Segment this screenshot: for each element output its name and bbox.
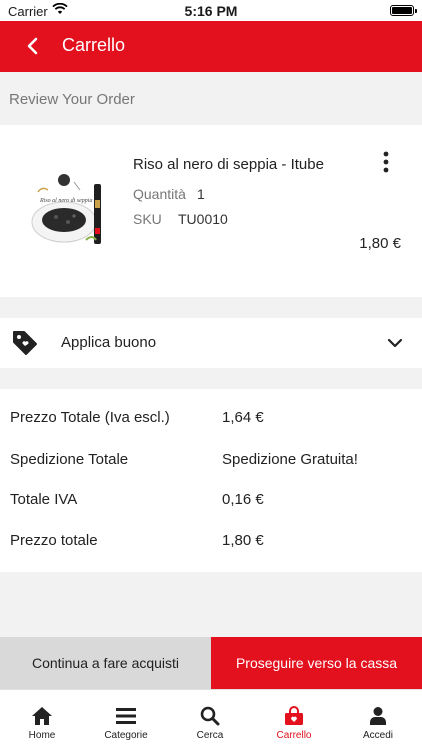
tab-home[interactable]: Home	[0, 690, 84, 750]
page-title: Carrello	[62, 35, 126, 55]
total-label: Totale IVA	[10, 491, 78, 508]
total-label: Spedizione Totale	[10, 451, 129, 468]
tab-cerca[interactable]: Cerca	[168, 690, 252, 750]
quantity-label: Quantità	[133, 186, 186, 202]
quantity-value: 1	[197, 186, 205, 202]
tag-icon	[13, 331, 37, 355]
tab-accedi[interactable]: Accedi	[336, 690, 420, 750]
total-value: 1,64 €	[222, 409, 264, 426]
product-name[interactable]: Riso al nero di seppia - Itube	[133, 156, 324, 173]
tab-label: Accedi	[362, 730, 393, 741]
item-price: 1,80 €	[359, 235, 401, 252]
sku-value: TU0010	[178, 211, 228, 227]
status-bar: Carrier 5:16 PM	[0, 0, 422, 21]
battery-icon	[390, 5, 417, 16]
total-label: Prezzo Totale (Iva escl.)	[10, 409, 170, 426]
user-icon	[370, 707, 386, 725]
search-icon	[200, 706, 220, 726]
total-value: 1,80 €	[222, 532, 264, 549]
total-row: Prezzo Totale (Iva escl.) 1,64 €	[0, 409, 422, 433]
thumbnail-caption: Riso al nero di seppia	[39, 198, 92, 204]
total-row: Spedizione Totale Spedizione Gratuita!	[0, 451, 422, 475]
nav-bar: Carrello	[0, 21, 422, 72]
back-icon[interactable]	[22, 35, 44, 57]
total-row: Prezzo totale 1,80 €	[0, 532, 422, 556]
home-icon	[32, 707, 52, 725]
chevron-down-icon[interactable]	[386, 336, 404, 350]
shopping-bag-icon	[285, 706, 303, 725]
order-totals: Prezzo Totale (Iva escl.) 1,64 € Spedizi…	[0, 389, 422, 572]
more-options-icon[interactable]	[380, 151, 392, 173]
total-value: 0,16 €	[222, 491, 264, 508]
sku-label: SKU	[133, 211, 162, 227]
tab-categorie[interactable]: Categorie	[84, 690, 168, 750]
tab-label: Cerca	[196, 730, 224, 741]
menu-icon	[116, 708, 136, 724]
clock: 5:16 PM	[184, 3, 238, 19]
tab-carrello[interactable]: Carrello	[252, 690, 336, 750]
total-value: Spedizione Gratuita!	[222, 451, 358, 468]
tab-label: Categorie	[104, 730, 148, 741]
tab-label: Home	[28, 730, 56, 741]
total-label: Prezzo totale	[10, 532, 98, 549]
checkout-button[interactable]: Proseguire verso la cassa	[211, 637, 422, 689]
tab-label: Carrello	[276, 730, 312, 741]
continue-shopping-button[interactable]: Continua a fare acquisti	[0, 637, 211, 689]
total-row: Totale IVA 0,16 €	[0, 491, 422, 515]
review-order-header: Review Your Order	[0, 72, 422, 125]
apply-coupon-label: Applica buono	[61, 334, 157, 351]
apply-coupon-row[interactable]: Applica buono	[0, 318, 422, 368]
cart-actions: Continua a fare acquisti Proseguire vers…	[0, 637, 422, 689]
cart-item: Riso al nero di seppia Riso al nero di s…	[0, 125, 422, 297]
product-thumbnail[interactable]: Riso al nero di seppia	[28, 170, 120, 252]
tab-bar: Home Categorie Cerca Carrello Accedi	[0, 689, 422, 750]
